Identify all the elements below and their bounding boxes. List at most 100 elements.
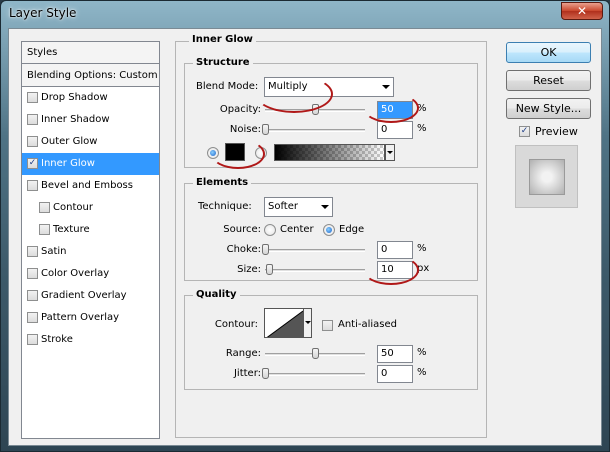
source-center-radio[interactable]	[264, 224, 276, 236]
style-item[interactable]: Texture	[22, 219, 159, 241]
glow-gradient-picker[interactable]	[274, 144, 385, 161]
style-checkbox[interactable]	[27, 268, 38, 279]
ok-button[interactable]: OK	[506, 42, 591, 63]
preview-label: Preview	[535, 125, 578, 138]
style-checkbox[interactable]	[27, 334, 38, 345]
opacity-label: Opacity:	[219, 104, 261, 115]
style-checkbox[interactable]	[27, 136, 38, 147]
style-checkbox[interactable]	[27, 312, 38, 323]
contour-dropdown-button[interactable]	[304, 308, 312, 338]
contour-picker[interactable]	[264, 308, 304, 338]
close-icon: ✕	[576, 4, 588, 18]
source-edge-radio[interactable]	[323, 224, 335, 236]
annotation-ellipse	[363, 255, 419, 285]
elements-title: Elements	[193, 177, 252, 188]
chevron-down-icon	[382, 85, 390, 89]
style-item-label: Satin	[41, 246, 67, 257]
annotation-ellipse	[211, 139, 265, 169]
layer-style-window: Layer Style ✕ Styles Blending Options: C…	[0, 0, 610, 452]
quality-group: Quality Contour: Anti-aliased Range: 50	[184, 289, 478, 390]
style-item-label: Color Overlay	[41, 268, 110, 279]
chevron-down-icon	[321, 205, 329, 209]
source-label: Source:	[223, 224, 261, 235]
style-item[interactable]: Contour	[22, 197, 159, 219]
size-slider-track[interactable]	[265, 269, 365, 272]
jitter-label: Jitter:	[233, 368, 261, 379]
blend-mode-label: Blend Mode:	[196, 81, 259, 92]
noise-value: 0	[381, 124, 388, 135]
inner-glow-settings: Inner Glow Structure Blend Mode: Multipl…	[175, 33, 491, 441]
reset-button[interactable]: Reset	[506, 70, 591, 91]
range-value: 50	[381, 348, 394, 359]
close-button[interactable]: ✕	[561, 2, 603, 20]
style-checkbox[interactable]: ✓	[27, 158, 38, 169]
blending-options-item[interactable]: Blending Options: Custom	[22, 64, 159, 87]
style-item-label: Gradient Overlay	[41, 290, 127, 301]
source-center-label: Center	[280, 224, 314, 235]
style-item-label: Outer Glow	[41, 136, 98, 147]
new-style-button[interactable]: New Style...	[506, 98, 591, 119]
source-edge-label: Edge	[339, 224, 365, 235]
size-label: Size:	[237, 264, 261, 275]
style-item[interactable]: Bevel and Emboss	[22, 175, 159, 197]
style-checkbox[interactable]	[39, 202, 50, 213]
noise-label: Noise:	[229, 124, 261, 135]
jitter-slider-thumb[interactable]	[262, 368, 269, 379]
style-item[interactable]: Inner Shadow	[22, 109, 159, 131]
choke-slider-thumb[interactable]	[262, 244, 269, 255]
technique-value: Softer	[268, 201, 298, 212]
style-item[interactable]: Outer Glow	[22, 131, 159, 153]
style-item[interactable]: ✓ Inner Glow	[22, 153, 159, 175]
choke-value: 0	[381, 244, 388, 255]
style-item[interactable]: Stroke	[22, 329, 159, 351]
elements-group: Elements Technique: Softer Source: Cente…	[184, 177, 478, 281]
structure-title: Structure	[193, 57, 253, 68]
style-item-label: Stroke	[41, 334, 73, 345]
style-checkbox[interactable]	[27, 290, 38, 301]
dialog-body: Styles Blending Options: Custom Drop Sha…	[8, 28, 602, 446]
technique-label: Technique:	[198, 201, 252, 212]
anti-aliased-checkbox[interactable]	[322, 320, 333, 331]
title-bar[interactable]: Layer Style ✕	[1, 1, 609, 27]
jitter-input[interactable]: 0	[377, 365, 413, 383]
styles-header[interactable]: Styles	[22, 42, 159, 64]
style-checkbox[interactable]	[39, 224, 50, 235]
style-item-label: Texture	[53, 224, 90, 235]
style-checkbox[interactable]	[27, 114, 38, 125]
style-item[interactable]: Satin	[22, 241, 159, 263]
style-item[interactable]: Drop Shadow	[22, 87, 159, 109]
noise-slider-track[interactable]	[265, 129, 365, 132]
preview-thumbnail	[529, 159, 565, 195]
preview-checkbox[interactable]: ✓	[519, 126, 530, 137]
range-input[interactable]: 50	[377, 345, 413, 363]
range-unit: %	[417, 347, 427, 358]
range-slider-thumb[interactable]	[312, 348, 319, 359]
window-title: Layer Style	[9, 6, 77, 20]
contour-curve-icon	[266, 310, 303, 337]
jitter-slider-track[interactable]	[265, 373, 365, 376]
noise-input[interactable]: 0	[377, 121, 413, 139]
technique-select[interactable]: Softer	[264, 197, 333, 217]
style-item-label: Contour	[53, 202, 93, 213]
annotation-ellipse	[255, 75, 333, 113]
style-checkbox[interactable]	[27, 246, 38, 257]
anti-aliased-label: Anti-aliased	[338, 319, 398, 330]
style-checkbox[interactable]	[27, 180, 38, 191]
inner-glow-title: Inner Glow	[189, 34, 256, 45]
style-preview	[515, 145, 578, 208]
choke-slider-track[interactable]	[265, 249, 365, 252]
style-item-label: Inner Shadow	[41, 114, 110, 125]
jitter-unit: %	[417, 367, 427, 378]
style-item[interactable]: Pattern Overlay	[22, 307, 159, 329]
style-item[interactable]: Color Overlay	[22, 263, 159, 285]
gradient-dropdown-button[interactable]	[385, 144, 395, 161]
style-item[interactable]: Gradient Overlay	[22, 285, 159, 307]
style-checkbox[interactable]	[27, 92, 38, 103]
annotation-ellipse	[363, 93, 419, 123]
size-slider-thumb[interactable]	[266, 264, 273, 275]
style-item-label: Pattern Overlay	[41, 312, 120, 323]
noise-slider-thumb[interactable]	[262, 124, 269, 135]
style-item-label: Inner Glow	[41, 158, 95, 169]
choke-label: Choke:	[226, 244, 261, 255]
quality-title: Quality	[193, 289, 240, 300]
